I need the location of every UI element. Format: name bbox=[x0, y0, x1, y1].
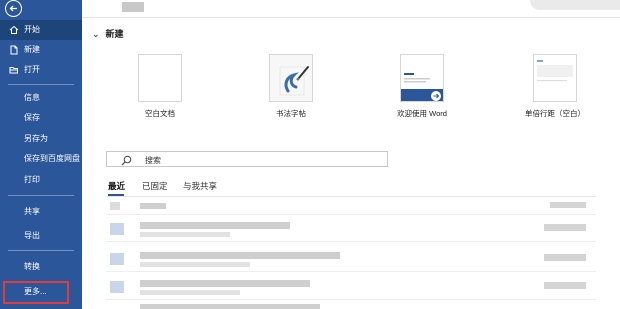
sidebar-item-home[interactable]: 开始 bbox=[0, 20, 82, 40]
home-icon bbox=[9, 25, 19, 34]
tab-shared-with-me[interactable]: 与我共享 bbox=[183, 180, 217, 192]
table-row[interactable] bbox=[106, 216, 596, 242]
blank-document-thumbnail bbox=[138, 54, 182, 102]
sidebar-item-label: 打开 bbox=[24, 65, 40, 74]
blurred-file-name bbox=[140, 304, 320, 309]
arrow-left-icon bbox=[9, 5, 17, 12]
sidebar-item-new[interactable]: 新建 bbox=[0, 40, 82, 60]
template-calligraphy[interactable]: 书法字帖 bbox=[259, 54, 323, 119]
header-divider bbox=[82, 17, 620, 18]
sidebar-item-share[interactable]: 共享 bbox=[0, 202, 82, 222]
sidebar-item-label: 保存到百度网盘 bbox=[24, 154, 80, 163]
backstage-main: ⌄ 新建 空白文档 书法字帖 欢迎使用 Word 单倍行距（空白） 搜索 最近 … bbox=[82, 0, 620, 309]
calligraphy-thumbnail bbox=[269, 54, 313, 102]
blurred-file-date bbox=[544, 282, 586, 289]
blurred-file-path bbox=[140, 232, 230, 237]
new-section-header[interactable]: ⌄ 新建 bbox=[92, 27, 124, 40]
blurred-file-path bbox=[140, 262, 250, 267]
tab-label: 与我共享 bbox=[183, 181, 218, 191]
sidebar-item-label: 保存 bbox=[24, 113, 40, 122]
blurred-file-date bbox=[544, 254, 586, 261]
sidebar-item-open[interactable]: 打开 bbox=[0, 60, 82, 80]
chevron-down-icon: ⌄ bbox=[92, 29, 100, 39]
search-input[interactable]: 搜索 bbox=[106, 151, 388, 167]
welcome-word-thumbnail bbox=[400, 54, 444, 102]
template-label: 书法字帖 bbox=[276, 109, 306, 118]
tab-recent[interactable]: 最近 bbox=[108, 180, 126, 196]
word-file-icon bbox=[110, 253, 124, 265]
sidebar-divider bbox=[8, 250, 74, 251]
sidebar-item-label: 新建 bbox=[24, 45, 40, 54]
sidebar-item-save-as[interactable]: 另存为 bbox=[0, 129, 82, 149]
single-spaced-thumbnail bbox=[533, 54, 577, 102]
sidebar-item-save-to-baidu[interactable]: 保存到百度网盘 bbox=[0, 149, 82, 169]
sidebar-item-convert[interactable]: 转换 bbox=[0, 257, 82, 277]
template-label: 单倍行距（空白） bbox=[525, 109, 585, 118]
file-type-column-icon bbox=[110, 202, 120, 210]
template-label: 空白文档 bbox=[145, 109, 175, 118]
tab-label: 已固定 bbox=[142, 181, 168, 191]
blurred-file-name bbox=[140, 222, 290, 229]
template-label: 欢迎使用 Word bbox=[397, 109, 447, 118]
backstage-sidebar: 开始 新建 打开 信息 保存 另存为 保存到百度网盘 打印 共享 导出 转换 更… bbox=[0, 0, 82, 309]
sidebar-item-info[interactable]: 信息 bbox=[0, 88, 82, 108]
sidebar-divider bbox=[8, 84, 74, 85]
search-icon bbox=[121, 155, 132, 166]
folder-open-icon bbox=[9, 67, 18, 74]
template-single-spaced[interactable]: 单倍行距（空白） bbox=[520, 54, 590, 119]
tab-label: 最近 bbox=[108, 181, 126, 191]
sidebar-divider bbox=[8, 195, 74, 196]
table-row[interactable] bbox=[106, 246, 596, 272]
new-file-icon bbox=[10, 45, 18, 55]
sidebar-item-export[interactable]: 导出 bbox=[0, 226, 82, 246]
sidebar-item-label: 信息 bbox=[24, 93, 40, 102]
sidebar-item-label: 共享 bbox=[24, 207, 40, 216]
sidebar-item-label: 转换 bbox=[24, 262, 40, 271]
blurred-file-path bbox=[140, 290, 240, 295]
back-button[interactable] bbox=[5, 0, 22, 17]
blurred-file-name bbox=[140, 252, 340, 259]
header-decoration bbox=[530, 0, 620, 10]
sidebar-item-save[interactable]: 保存 bbox=[0, 108, 82, 128]
blurred-file-name bbox=[140, 280, 310, 287]
sidebar-item-print[interactable]: 打印 bbox=[0, 170, 82, 190]
word-file-icon bbox=[110, 223, 124, 235]
blurred-column-header bbox=[140, 203, 166, 209]
highlight-annotation bbox=[3, 281, 69, 304]
calligraphy-brush-icon bbox=[270, 55, 312, 101]
search-placeholder: 搜索 bbox=[145, 156, 161, 165]
blurred-file-date bbox=[544, 224, 586, 231]
section-title: 新建 bbox=[105, 29, 124, 39]
table-header-row bbox=[106, 197, 596, 215]
blurred-document-title bbox=[122, 2, 144, 12]
blurred-column-header bbox=[550, 202, 586, 208]
word-file-icon bbox=[110, 281, 124, 293]
tab-pinned[interactable]: 已固定 bbox=[142, 180, 168, 192]
sidebar-item-label: 开始 bbox=[24, 25, 40, 34]
sidebar-item-label: 导出 bbox=[24, 231, 40, 240]
single-spaced-preview-icon bbox=[534, 55, 576, 101]
sidebar-item-label: 另存为 bbox=[24, 134, 48, 143]
welcome-word-preview-icon bbox=[401, 55, 443, 101]
table-row[interactable] bbox=[106, 302, 596, 309]
template-welcome-word[interactable]: 欢迎使用 Word bbox=[388, 54, 456, 119]
sidebar-item-label: 打印 bbox=[24, 175, 40, 184]
table-row[interactable] bbox=[106, 274, 596, 300]
template-blank-document[interactable]: 空白文档 bbox=[128, 54, 192, 119]
